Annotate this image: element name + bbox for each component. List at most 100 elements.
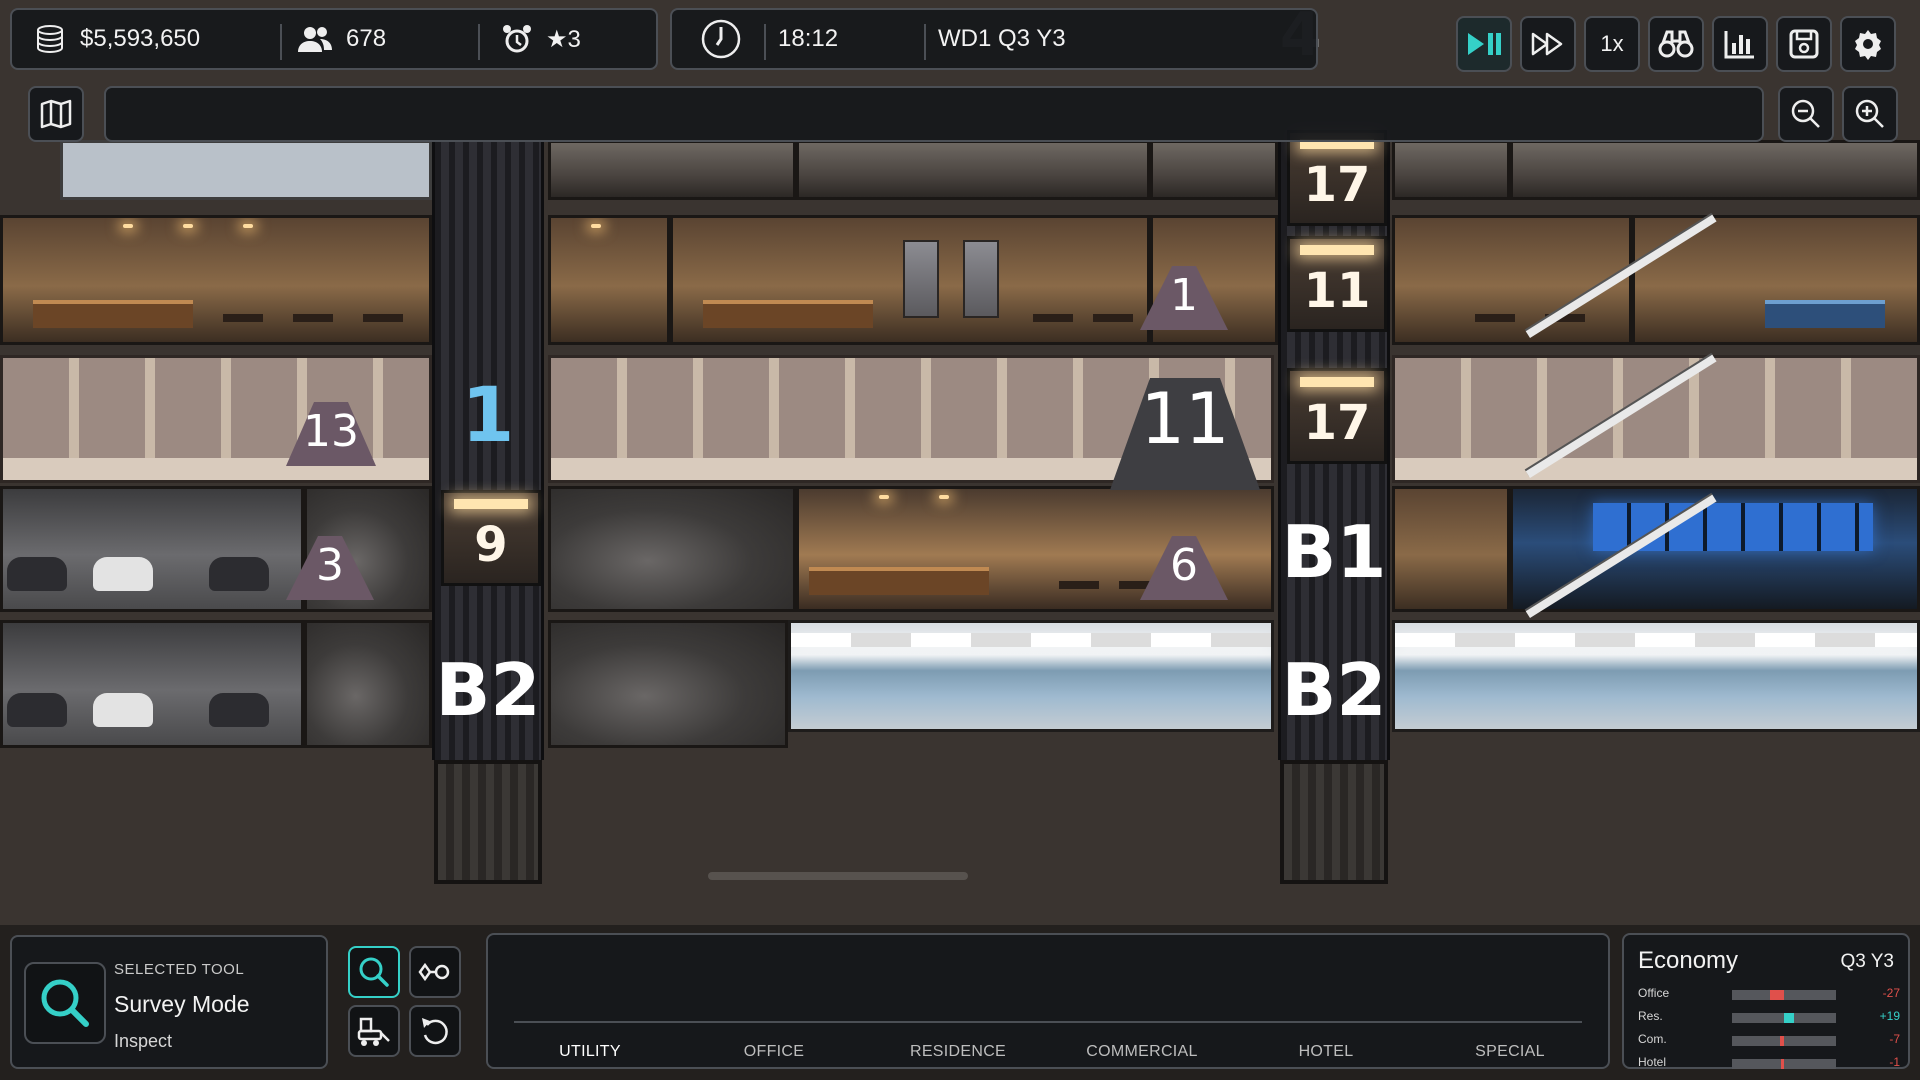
tab-special[interactable]: SPECIAL	[1420, 1043, 1600, 1061]
room-ramp[interactable]	[304, 620, 432, 748]
room-restaurant[interactable]	[0, 215, 432, 345]
fast-forward-button[interactable]	[1520, 16, 1576, 72]
elevator-shaft[interactable]: 17 11 17 B1 B2	[1278, 130, 1390, 760]
resource-bar: $5,593,650 678 ★3	[10, 8, 658, 70]
room-parking[interactable]	[0, 620, 304, 748]
room-diner[interactable]	[1392, 215, 1632, 345]
room-ramp[interactable]	[548, 486, 796, 612]
speed-button[interactable]: 1x	[1584, 16, 1640, 72]
save-icon	[1789, 29, 1819, 59]
settings-tool-button[interactable]	[409, 946, 461, 998]
elevator-car-load: 17	[1303, 395, 1371, 451]
room-office[interactable]	[548, 140, 796, 200]
settings-button[interactable]	[1840, 16, 1896, 72]
tool-caption: SELECTED TOOL	[114, 961, 245, 978]
room-office[interactable]	[796, 140, 1150, 200]
settings-toggle-icon	[418, 962, 450, 982]
economy-row: Res. +19	[1638, 1006, 1900, 1028]
floor-b2	[0, 620, 1920, 750]
survey-tool-button[interactable]	[348, 946, 400, 998]
play-pause-button[interactable]	[1456, 16, 1512, 72]
room-walkway[interactable]	[1392, 620, 1920, 732]
room-store[interactable]	[1632, 215, 1920, 345]
population-stat: 678	[298, 10, 386, 68]
demolish-tool-button[interactable]	[348, 1005, 400, 1057]
elevator-car-load: 17	[1303, 157, 1371, 213]
map-button[interactable]	[28, 86, 84, 142]
elevator-car-load: 11	[1303, 263, 1371, 319]
money-stat: $5,593,650	[34, 10, 200, 68]
elevator-pit	[1280, 760, 1388, 884]
tab-residence[interactable]: RESIDENCE	[868, 1043, 1048, 1061]
chart-icon	[1724, 31, 1754, 59]
zoom-in-icon	[1855, 99, 1884, 128]
room-walkway[interactable]	[788, 620, 1274, 732]
selected-tool-icon[interactable]	[24, 962, 106, 1044]
elevator-car[interactable]: 9	[441, 490, 541, 586]
elevator-pit	[434, 760, 542, 884]
search-icon	[41, 979, 89, 1027]
binoculars-icon	[1658, 30, 1694, 58]
economy-row-bar-fill	[1769, 990, 1784, 1000]
search-input[interactable]	[104, 86, 1764, 142]
elevator-shaft[interactable]: 1 9 B2	[432, 140, 544, 760]
tab-office[interactable]: OFFICE	[684, 1043, 864, 1061]
elevator-car-load: 9	[474, 517, 508, 573]
economy-panel[interactable]: Economy Q3 Y3 Office -27 Res. +19 Com. -7 Hote…	[1622, 933, 1910, 1069]
floor-commercial	[0, 215, 1920, 345]
tab-hotel[interactable]: HOTEL	[1236, 1043, 1416, 1061]
room-lounge[interactable]	[548, 215, 670, 345]
elevator-car[interactable]: 17	[1287, 130, 1387, 226]
queue-count: 6	[1170, 540, 1198, 591]
queue-count: 3	[316, 540, 344, 591]
statistics-button[interactable]	[1712, 16, 1768, 72]
save-button[interactable]	[1776, 16, 1832, 72]
economy-period: Q3 Y3	[1840, 951, 1894, 972]
room-lounge[interactable]	[1392, 486, 1510, 612]
economy-row-label: Res.	[1638, 1009, 1663, 1023]
divider	[924, 24, 926, 60]
shaft-floor-label: B1	[1281, 510, 1387, 594]
time-value: 18:12	[778, 25, 839, 52]
elevator-car[interactable]: 17	[1287, 368, 1387, 464]
tab-commercial[interactable]: COMMERCIAL	[1052, 1043, 1232, 1061]
economy-row-bar	[1732, 1013, 1836, 1023]
room-security-control[interactable]	[1510, 486, 1920, 612]
room-parking[interactable]	[0, 486, 304, 612]
tab-utility[interactable]: UTILITY	[500, 1043, 680, 1061]
tab-divider	[514, 1021, 1582, 1023]
room-lobby[interactable]	[1392, 355, 1920, 483]
queue-count: 1	[1170, 270, 1198, 321]
divider	[764, 24, 766, 60]
room-ramp[interactable]	[548, 620, 788, 748]
economy-row-label: Hotel	[1638, 1055, 1667, 1069]
horizontal-scrollbar[interactable]	[708, 872, 968, 880]
bulldozer-icon	[357, 1017, 390, 1046]
date-stat: WD1 Q3 Y3	[938, 10, 1066, 68]
shaft-floor-label: B2	[435, 648, 541, 732]
economy-row-bar-fill	[1780, 1036, 1784, 1046]
shaft-floor-label: 1	[461, 370, 515, 459]
tool-name: Survey Mode	[114, 991, 250, 1017]
zoom-in-button[interactable]	[1842, 86, 1898, 142]
zoom-out-button[interactable]	[1778, 86, 1834, 142]
undo-button[interactable]	[409, 1005, 461, 1057]
binoculars-button[interactable]	[1648, 16, 1704, 72]
room-office[interactable]	[1510, 140, 1920, 200]
room-office[interactable]	[1392, 140, 1510, 200]
economy-row-bar	[1732, 1059, 1836, 1069]
divider	[478, 24, 480, 60]
people-icon	[298, 27, 332, 52]
rating-stat: ★3	[502, 10, 581, 68]
clock-stat	[700, 10, 756, 68]
economy-row-label: Com.	[1638, 1032, 1667, 1046]
elevator-car[interactable]: 11	[1287, 236, 1387, 332]
room-office[interactable]	[1150, 140, 1278, 200]
room-cafe[interactable]	[670, 215, 1150, 345]
coins-icon	[37, 25, 63, 54]
room-glass-roof[interactable]	[60, 140, 432, 200]
economy-row-bar-fill	[1781, 1059, 1784, 1069]
economy-row-bar	[1732, 990, 1836, 1000]
time-stat: 18:12	[778, 10, 838, 68]
economy-row-bar	[1732, 1036, 1836, 1046]
